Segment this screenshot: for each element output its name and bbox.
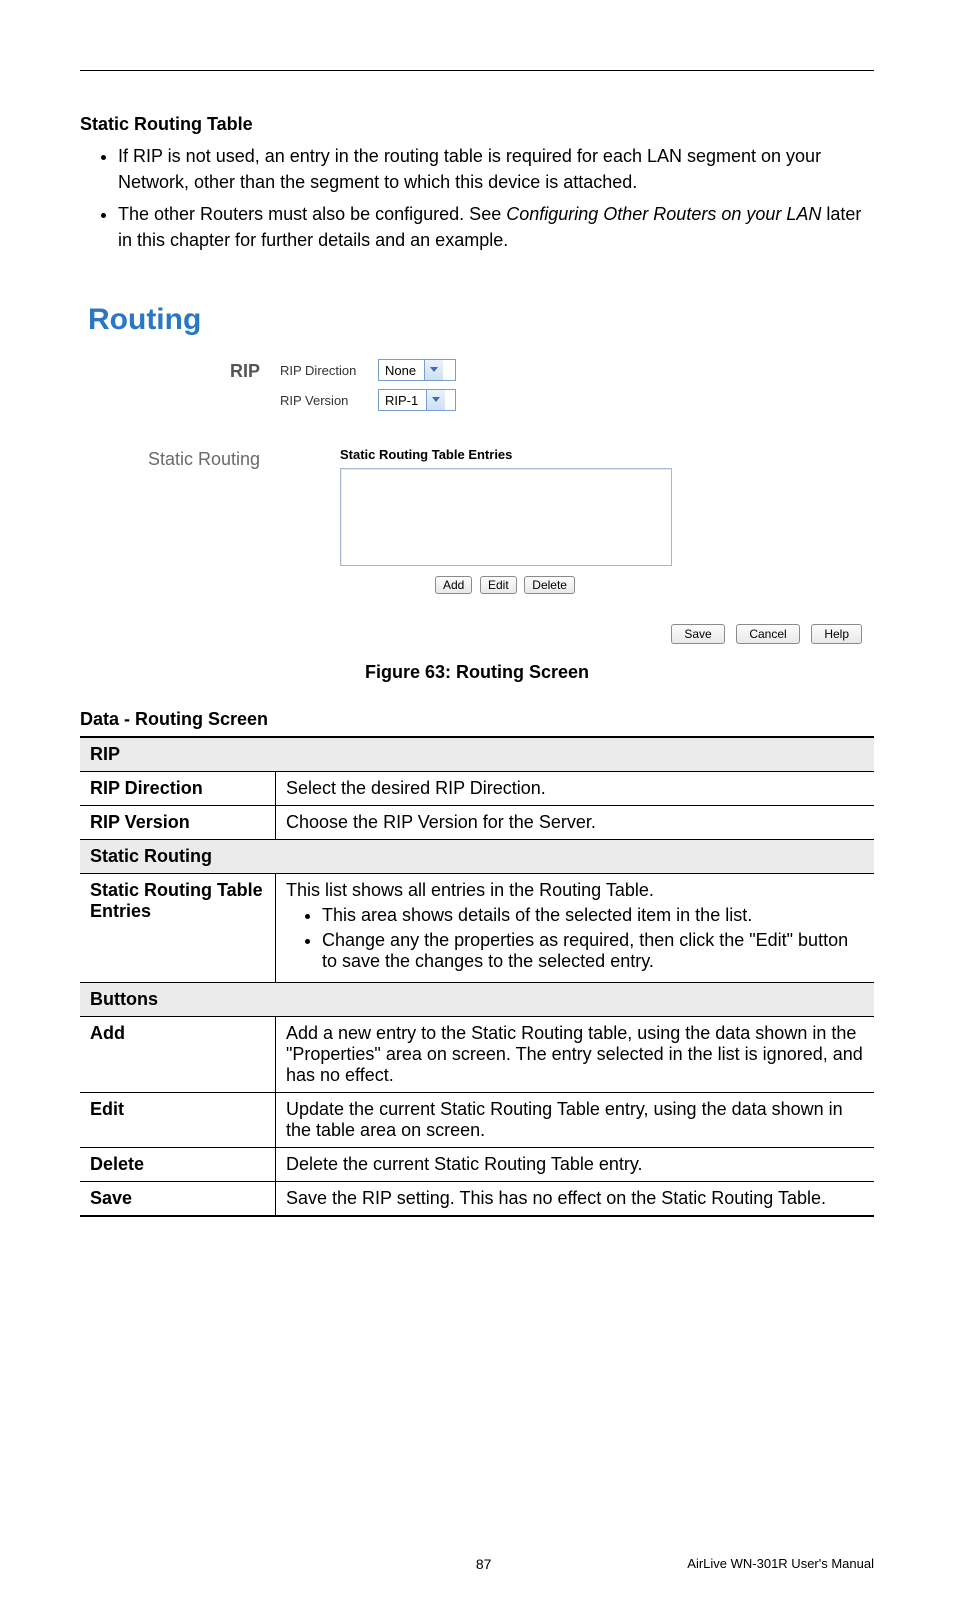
- page-title: Routing: [88, 303, 874, 337]
- rip-version-label: RIP Version: [280, 393, 378, 408]
- top-rule: [80, 70, 874, 71]
- table-row: Delete Delete the current Static Routing…: [80, 1148, 874, 1182]
- table-section-buttons: Buttons: [80, 983, 874, 1017]
- chevron-down-icon: [426, 390, 445, 410]
- rip-version-select[interactable]: RIP-1: [378, 389, 456, 411]
- intro-bullet-2: The other Routers must also be configure…: [118, 201, 874, 253]
- cancel-button[interactable]: Cancel: [736, 624, 799, 644]
- page-footer: 87 AirLive WN-301R User's Manual: [80, 1556, 874, 1572]
- rip-direction-select[interactable]: None: [378, 359, 456, 381]
- help-button[interactable]: Help: [811, 624, 862, 644]
- table-row: RIP Direction Select the desired RIP Dir…: [80, 772, 874, 806]
- rip-section-label: RIP: [80, 359, 280, 382]
- save-button[interactable]: Save: [671, 624, 724, 644]
- data-table: RIP RIP Direction Select the desired RIP…: [80, 736, 874, 1217]
- delete-button[interactable]: Delete: [524, 576, 575, 594]
- intro-bullet-1: If RIP is not used, an entry in the rout…: [118, 143, 874, 195]
- rip-direction-label: RIP Direction: [280, 363, 378, 378]
- table-section-static: Static Routing: [80, 840, 874, 874]
- add-button[interactable]: Add: [435, 576, 472, 594]
- manual-title: AirLive WN-301R User's Manual: [687, 1556, 874, 1572]
- data-heading: Data - Routing Screen: [80, 709, 874, 730]
- figure-caption: Figure 63: Routing Screen: [80, 662, 874, 683]
- intro-bullets: If RIP is not used, an entry in the rout…: [80, 143, 874, 253]
- footer-button-row: Save Cancel Help: [80, 624, 874, 644]
- routing-screenshot: Routing RIP RIP Direction None: [80, 293, 874, 644]
- static-table-heading: Static Routing Table Entries: [340, 447, 874, 462]
- intro-block: Static Routing Table If RIP is not used,…: [80, 111, 874, 253]
- static-routing-section: Static Routing Static Routing Table Entr…: [80, 447, 874, 594]
- table-row: RIP Version Choose the RIP Version for t…: [80, 806, 874, 840]
- table-row: Static Routing Table Entries This list s…: [80, 874, 874, 983]
- table-row: Save Save the RIP setting. This has no e…: [80, 1182, 874, 1217]
- chevron-down-icon: [424, 360, 443, 380]
- edit-button[interactable]: Edit: [480, 576, 517, 594]
- page-number: 87: [280, 1556, 687, 1572]
- intro-heading: Static Routing Table: [80, 114, 253, 134]
- table-section-rip: RIP: [80, 737, 874, 772]
- static-entries-listbox[interactable]: [340, 468, 672, 566]
- table-row: Edit Update the current Static Routing T…: [80, 1093, 874, 1148]
- rip-section: RIP RIP Direction None RIP Version: [80, 359, 874, 419]
- table-row: Add Add a new entry to the Static Routin…: [80, 1017, 874, 1093]
- static-section-label: Static Routing: [80, 447, 280, 470]
